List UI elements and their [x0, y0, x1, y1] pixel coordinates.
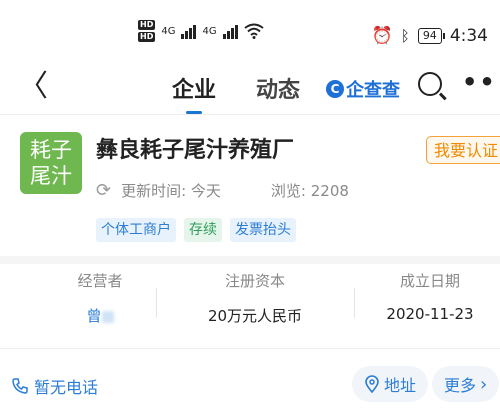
founded-label: 成立日期	[399, 272, 460, 290]
company-logo: 耗子 尾汁	[20, 132, 82, 194]
hd-badge-2: HD	[138, 32, 156, 42]
operator-label: 经营者	[77, 272, 123, 290]
capital-label: 注册资本	[224, 272, 285, 290]
top-nav: 〈 企业 动态 C 企查查 •••	[0, 62, 500, 114]
divider	[0, 114, 500, 115]
brand-name: 企查查	[346, 80, 400, 101]
key-info: 经营者 曾 注册资本 20万元人民币 成立日期 2020-11-23	[0, 270, 500, 340]
company-meta: ⟳ 更新时间: 今天 浏览: 2208	[96, 180, 349, 201]
stat-divider	[354, 288, 355, 318]
refresh-icon[interactable]: ⟳	[96, 180, 111, 201]
more-info-button[interactable]: 更多 ›	[432, 366, 500, 402]
network-type-1: 4G	[161, 25, 176, 37]
hd-badges: HD HD	[138, 20, 156, 42]
bottom-actions: 暂无电话 地址 更多 ›	[0, 352, 500, 419]
alarm-icon: ⏰	[371, 26, 393, 46]
chevron-right-icon: ›	[480, 373, 488, 395]
logo-line-2: 尾汁	[30, 164, 72, 188]
more-options-icon[interactable]: •••	[462, 68, 500, 96]
tag-status: 存续	[184, 218, 222, 242]
tag-invoice[interactable]: 发票抬头	[230, 218, 296, 242]
location-pin-icon	[365, 375, 379, 393]
signal-icon	[181, 23, 197, 39]
founded-stat: 成立日期 2020-11-23	[380, 270, 480, 323]
battery-icon: 94	[417, 28, 445, 44]
phone-label: 暂无电话	[34, 378, 99, 397]
more-label: 更多	[444, 376, 477, 395]
capital-value: 20万元人民币	[207, 307, 303, 325]
phone-button[interactable]: 暂无电话	[12, 374, 98, 398]
tag-business-type: 个体工商户	[96, 218, 176, 242]
brand-mark-icon: C	[326, 80, 344, 98]
back-icon[interactable]: 〈	[18, 72, 48, 102]
search-icon[interactable]	[418, 72, 442, 96]
blurred-name	[101, 310, 114, 323]
clock: 4:34	[449, 26, 488, 46]
phone-icon	[12, 378, 28, 394]
company-name: 彝良耗子尾汁养殖厂	[96, 138, 295, 163]
company-tags: 个体工商户 存续 发票抬头	[96, 218, 296, 242]
claim-company-button[interactable]: 我要认证	[426, 136, 500, 164]
stat-divider	[156, 288, 157, 318]
logo-line-1: 耗子	[30, 138, 72, 162]
operator-value-wrap[interactable]: 曾	[50, 305, 150, 326]
signal-icon-2	[222, 23, 238, 39]
tab-news[interactable]: 动态	[256, 72, 300, 104]
tab-company[interactable]: 企业	[172, 72, 216, 114]
brand-logo[interactable]: C 企查查	[326, 76, 400, 102]
system-indicators: ⏰ ᛒ 94 4:34	[372, 26, 488, 46]
operator-stat: 经营者 曾	[50, 270, 150, 326]
view-count: 浏览: 2208	[270, 182, 349, 200]
bluetooth-icon: ᛒ	[400, 27, 410, 45]
network-indicators: HD HD 4G 4G	[138, 20, 264, 42]
network-type-2: 4G	[202, 25, 217, 37]
hd-badge-1: HD	[138, 20, 156, 30]
status-bar: HD HD 4G 4G ⏰ ᛒ 94 4:34	[0, 0, 500, 62]
address-label: 地址	[384, 376, 417, 395]
updated-time: 更新时间: 今天	[121, 182, 221, 200]
operator-value: 曾	[86, 307, 102, 325]
divider	[0, 348, 500, 349]
section-divider	[0, 256, 500, 264]
address-button[interactable]: 地址	[352, 366, 429, 402]
founded-value: 2020-11-23	[386, 305, 474, 323]
capital-stat: 注册资本 20万元人民币	[190, 270, 320, 326]
wifi-icon	[243, 23, 264, 39]
